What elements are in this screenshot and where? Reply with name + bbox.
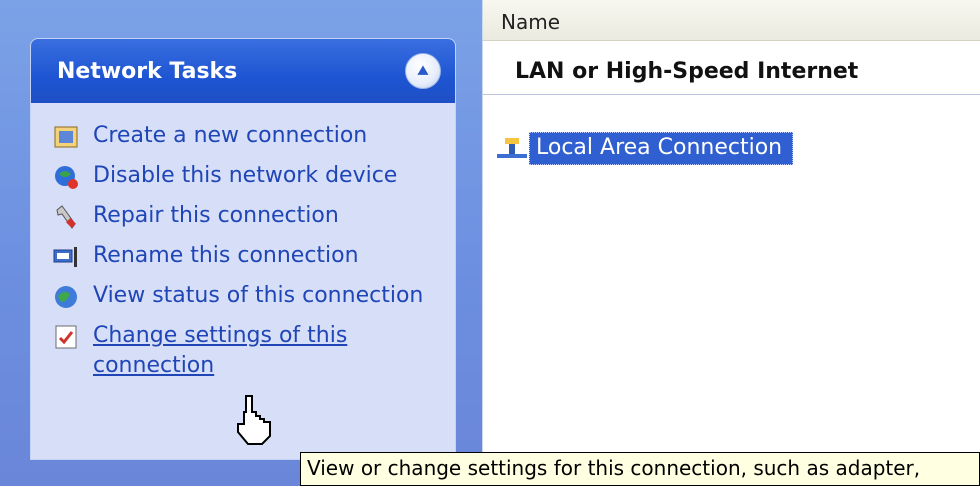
rename-icon (53, 247, 77, 267)
task-label: Repair this connection (93, 203, 339, 228)
connections-list-view: Name LAN or High-Speed Internet Local Ar… (482, 0, 980, 486)
task-disable-device[interactable]: Disable this network device (31, 161, 455, 191)
settings-check-icon (55, 325, 77, 349)
repair-wrench-icon (56, 205, 76, 229)
network-tasks-title: Network Tasks (57, 58, 238, 84)
task-change-settings[interactable]: Change settings of this connection (31, 321, 455, 381)
task-create-connection[interactable]: Create a new connection (31, 121, 455, 151)
collapse-chevron-icon[interactable]: ⯅ (405, 53, 441, 89)
task-label: Change settings of this connection (93, 323, 348, 378)
disable-device-icon (55, 166, 78, 189)
task-label: Create a new connection (93, 123, 368, 148)
column-header-name[interactable]: Name (483, 0, 980, 41)
tooltip: View or change settings for this connect… (300, 452, 980, 486)
local-area-connection-item[interactable]: Local Area Connection (495, 132, 794, 165)
task-view-status[interactable]: View status of this connection (31, 281, 455, 311)
task-repair-connection[interactable]: Repair this connection (31, 201, 455, 231)
status-globe-icon (55, 286, 77, 308)
new-connection-icon (54, 126, 78, 148)
task-rename-connection[interactable]: Rename this connection (31, 241, 455, 271)
network-tasks-header[interactable]: Network Tasks ⯅ (31, 39, 455, 103)
task-label: View status of this connection (93, 283, 424, 308)
network-connection-icon (497, 137, 527, 158)
task-label: Rename this connection (93, 243, 359, 268)
group-header: LAN or High-Speed Internet (515, 59, 859, 84)
local-area-connection-label: Local Area Connection (529, 132, 794, 165)
group-divider (483, 94, 980, 95)
task-list: Create a new connection Disable this net… (31, 103, 455, 381)
column-header-label: Name (501, 10, 561, 34)
task-label: Disable this network device (93, 163, 398, 188)
hand-cursor-icon (237, 395, 271, 445)
